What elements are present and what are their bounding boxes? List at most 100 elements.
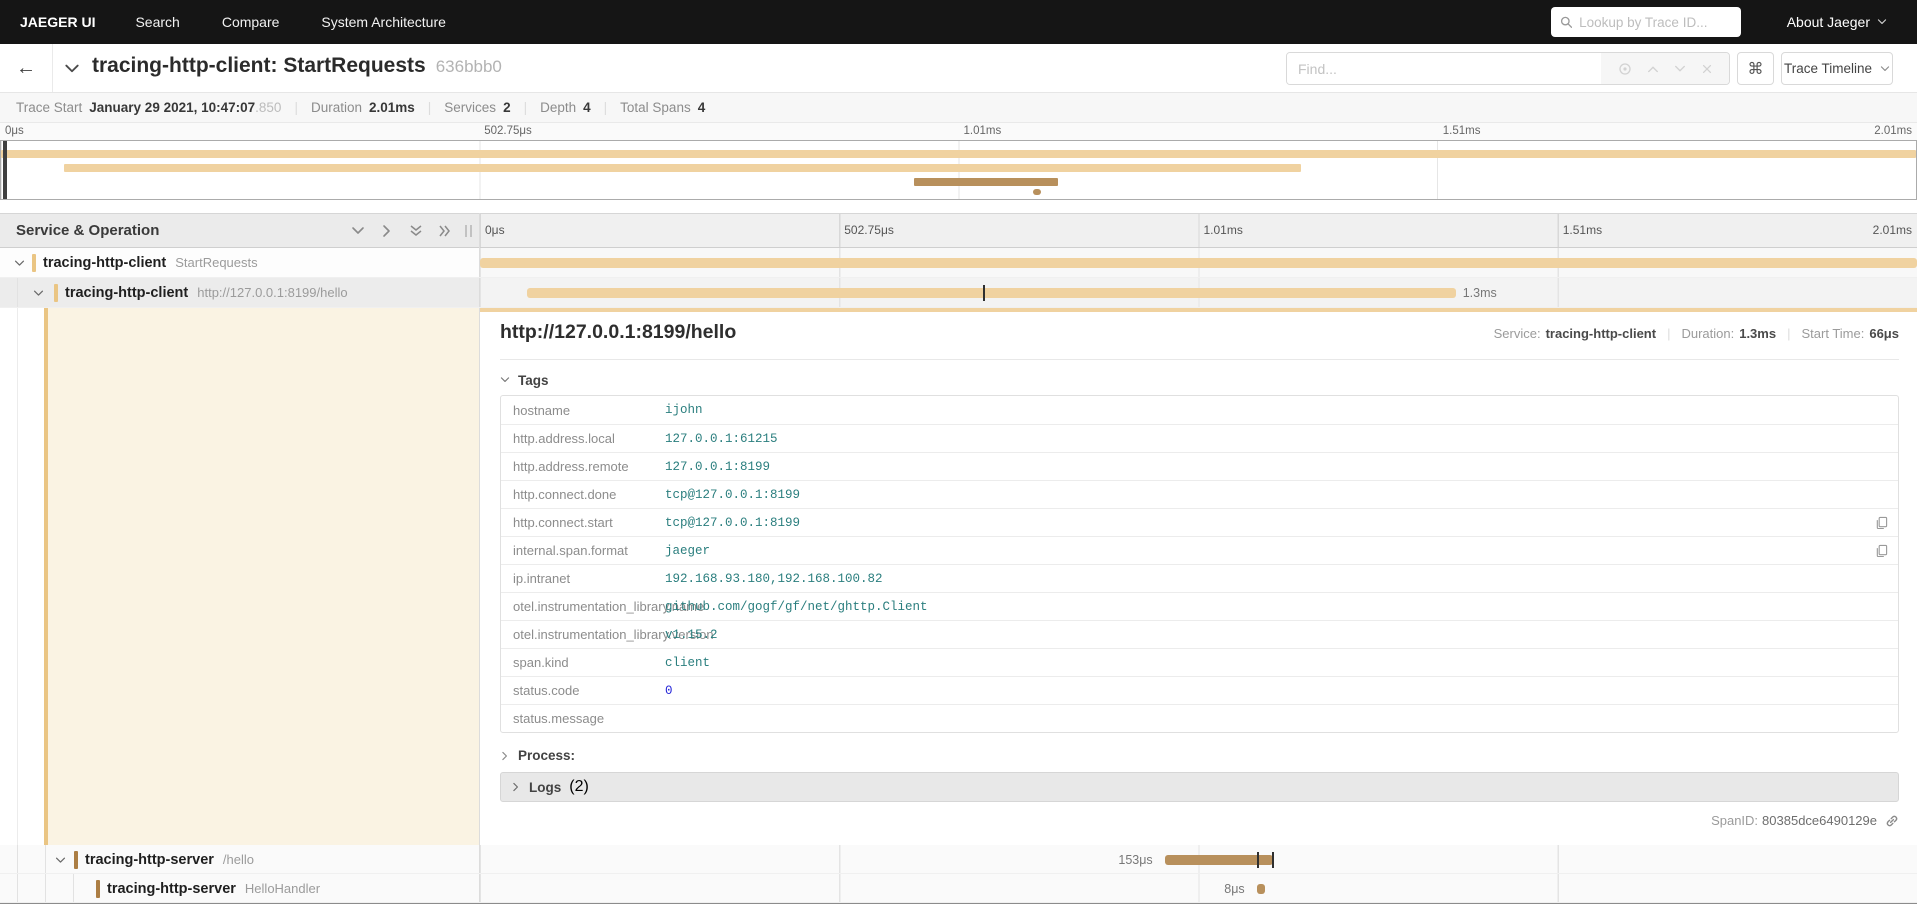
find-box	[1286, 52, 1730, 85]
chevron-down-icon[interactable]	[33, 288, 44, 299]
nav-item[interactable]: Compare	[222, 14, 280, 30]
chevron-down-icon[interactable]	[14, 258, 25, 269]
log-marker[interactable]	[1271, 852, 1274, 868]
find-input[interactable]	[1287, 53, 1601, 84]
logs-accordion-header[interactable]: Logs (2)	[500, 772, 1899, 802]
indent-guide	[45, 874, 46, 902]
trace-id-lookup[interactable]	[1550, 7, 1741, 37]
span-bar[interactable]	[527, 288, 1456, 298]
tag-value: v1.15.2	[665, 627, 718, 642]
collapse-trace-chevron-down-icon[interactable]	[64, 61, 80, 77]
span-name-cell[interactable]: tracing-http-client http://127.0.0.1:8199…	[0, 278, 479, 307]
tag-value: 192.168.93.180,192.168.100.82	[665, 571, 883, 586]
span-timeline-cell[interactable]	[480, 248, 1917, 277]
focus-target-icon[interactable]	[1618, 62, 1632, 76]
tag-key: http.connect.start	[513, 515, 613, 530]
collapse-controls	[351, 224, 452, 238]
tag-key: otel.instrumentation_library.version	[513, 627, 714, 642]
log-marker[interactable]	[1256, 852, 1259, 868]
trace-title-text: tracing-http-client: StartRequests	[92, 54, 426, 77]
detail-meta-item: Start Time: 66μs	[1776, 326, 1899, 341]
back-button[interactable]: ←	[0, 44, 53, 92]
service-operation-title: Service & Operation	[16, 222, 160, 239]
trace-summary-bar: Trace Start January 29 2021, 10:47:07.850…	[0, 93, 1917, 123]
column-resizer-handle[interactable]	[465, 225, 472, 237]
keyboard-shortcuts-button[interactable]: ⌘	[1737, 52, 1774, 85]
divider	[500, 359, 1899, 360]
detail-meta-value: 1.3ms	[1739, 326, 1777, 341]
span-row[interactable]: tracing-http-client StartRequests	[0, 248, 1917, 278]
tag-key: span.kind	[513, 655, 569, 670]
find-controls	[1601, 53, 1729, 84]
tag-value: github.com/gogf/gf/net/ghttp.Client	[665, 599, 928, 614]
span-detail-title: http://127.0.0.1:8199/hello	[500, 321, 737, 343]
tag-row: otel.instrumentation_library.version v1.…	[501, 620, 1898, 648]
span-name-cell[interactable]: tracing-http-server/hello	[0, 845, 479, 873]
span-name-cell[interactable]: tracing-http-client StartRequests	[0, 248, 479, 277]
service-name: tracing-http-server/hello	[85, 852, 254, 868]
span-bar[interactable]	[1257, 884, 1265, 894]
operation-name: HelloHandler	[244, 881, 321, 896]
span-timeline-cell[interactable]: 1.3ms	[480, 278, 1917, 307]
process-accordion-header[interactable]: Process:	[500, 747, 1899, 764]
minimap-tick-label: 1.01ms	[963, 125, 1002, 137]
tag-key: internal.span.format	[513, 543, 628, 558]
span-row[interactable]: tracing-http-server HelloHandler 8μs	[0, 874, 1917, 903]
nav-item[interactable]: Search	[135, 14, 179, 30]
summary-label: Duration	[310, 100, 362, 115]
nav-item[interactable]: System Architecture	[321, 14, 446, 30]
trace-id-lookup-input[interactable]	[1579, 14, 1732, 30]
app-logo[interactable]: JAEGER UI	[20, 14, 95, 30]
logs-count: (2)	[569, 778, 589, 795]
detail-meta-value: tracing-http-client	[1545, 326, 1657, 341]
span-id-value: 80385dce6490129e	[1762, 813, 1877, 828]
minimap-span-bar	[1, 150, 1916, 158]
deep-link-icon[interactable]	[1885, 814, 1899, 828]
summary-label: Trace Start	[16, 100, 83, 115]
log-marker[interactable]	[982, 285, 985, 301]
timeline-header-row: Service & Operation 0μs 502.75μs 1.01ms …	[0, 213, 1917, 248]
chevron-down-icon[interactable]	[55, 855, 66, 866]
about-jaeger-menu[interactable]: About Jaeger	[1787, 14, 1887, 30]
tag-row: status.code 0	[501, 676, 1898, 704]
expand-one-chevron-right-icon[interactable]	[380, 224, 394, 238]
tag-value: tcp@127.0.0.1:8199	[665, 515, 801, 530]
span-timeline-cell[interactable]: 153μs	[480, 845, 1917, 873]
span-name-cell[interactable]: tracing-http-server HelloHandler	[0, 874, 479, 902]
summary-value: 4	[583, 100, 591, 115]
next-result-chevron-down-icon[interactable]	[1674, 63, 1686, 75]
detail-meta-label: Service:	[1493, 326, 1541, 341]
service-color-block	[74, 851, 78, 869]
tag-key: ip.intranet	[513, 571, 571, 586]
tags-accordion-header[interactable]: Tags	[500, 370, 1899, 390]
prev-result-chevron-up-icon[interactable]	[1647, 63, 1659, 75]
service-name: tracing-http-server HelloHandler	[107, 881, 321, 897]
clear-find-x-icon[interactable]	[1701, 63, 1713, 75]
ruler-tick-label: 1.01ms	[1203, 223, 1243, 237]
collapse-all-double-chevron-down-icon[interactable]	[409, 224, 423, 238]
tag-value: tcp@127.0.0.1:8199	[665, 487, 801, 502]
copy-icon[interactable]	[1875, 516, 1888, 529]
collapse-one-chevron-down-icon[interactable]	[351, 224, 365, 238]
summary-value: January 29 2021, 10:47:07.850	[89, 100, 282, 115]
view-selector-button[interactable]: Trace Timeline	[1781, 52, 1893, 85]
minimap-viewport-handle[interactable]	[3, 141, 7, 199]
span-row-selected[interactable]: tracing-http-client http://127.0.0.1:8199…	[0, 278, 1917, 308]
chevron-right-icon	[513, 782, 519, 792]
copy-icon[interactable]	[1875, 544, 1888, 557]
indent-guide	[17, 874, 18, 902]
expand-all-double-chevron-right-icon[interactable]	[438, 224, 452, 238]
tag-row: ip.intranet 192.168.93.180,192.168.100.8…	[501, 564, 1898, 592]
summary-value: 2.01ms	[368, 100, 415, 115]
detail-meta-item: Service: tracing-http-client	[1494, 326, 1656, 341]
trace-title: tracing-http-client: StartRequests 636bbb…	[92, 54, 502, 78]
minimap-canvas[interactable]	[0, 140, 1917, 200]
service-name: tracing-http-client http://127.0.0.1:8199…	[65, 285, 348, 301]
span-timeline-cell[interactable]: 8μs	[480, 874, 1917, 902]
service-color-block	[96, 880, 100, 898]
span-bar[interactable]	[480, 258, 1917, 268]
minimap-tick-label: 1.51ms	[1442, 125, 1481, 137]
tag-value: 127.0.0.1:8199	[665, 459, 771, 474]
span-row[interactable]: tracing-http-server/hello 153μs	[0, 845, 1917, 874]
minimap-tick-label: 0μs	[5, 125, 24, 137]
